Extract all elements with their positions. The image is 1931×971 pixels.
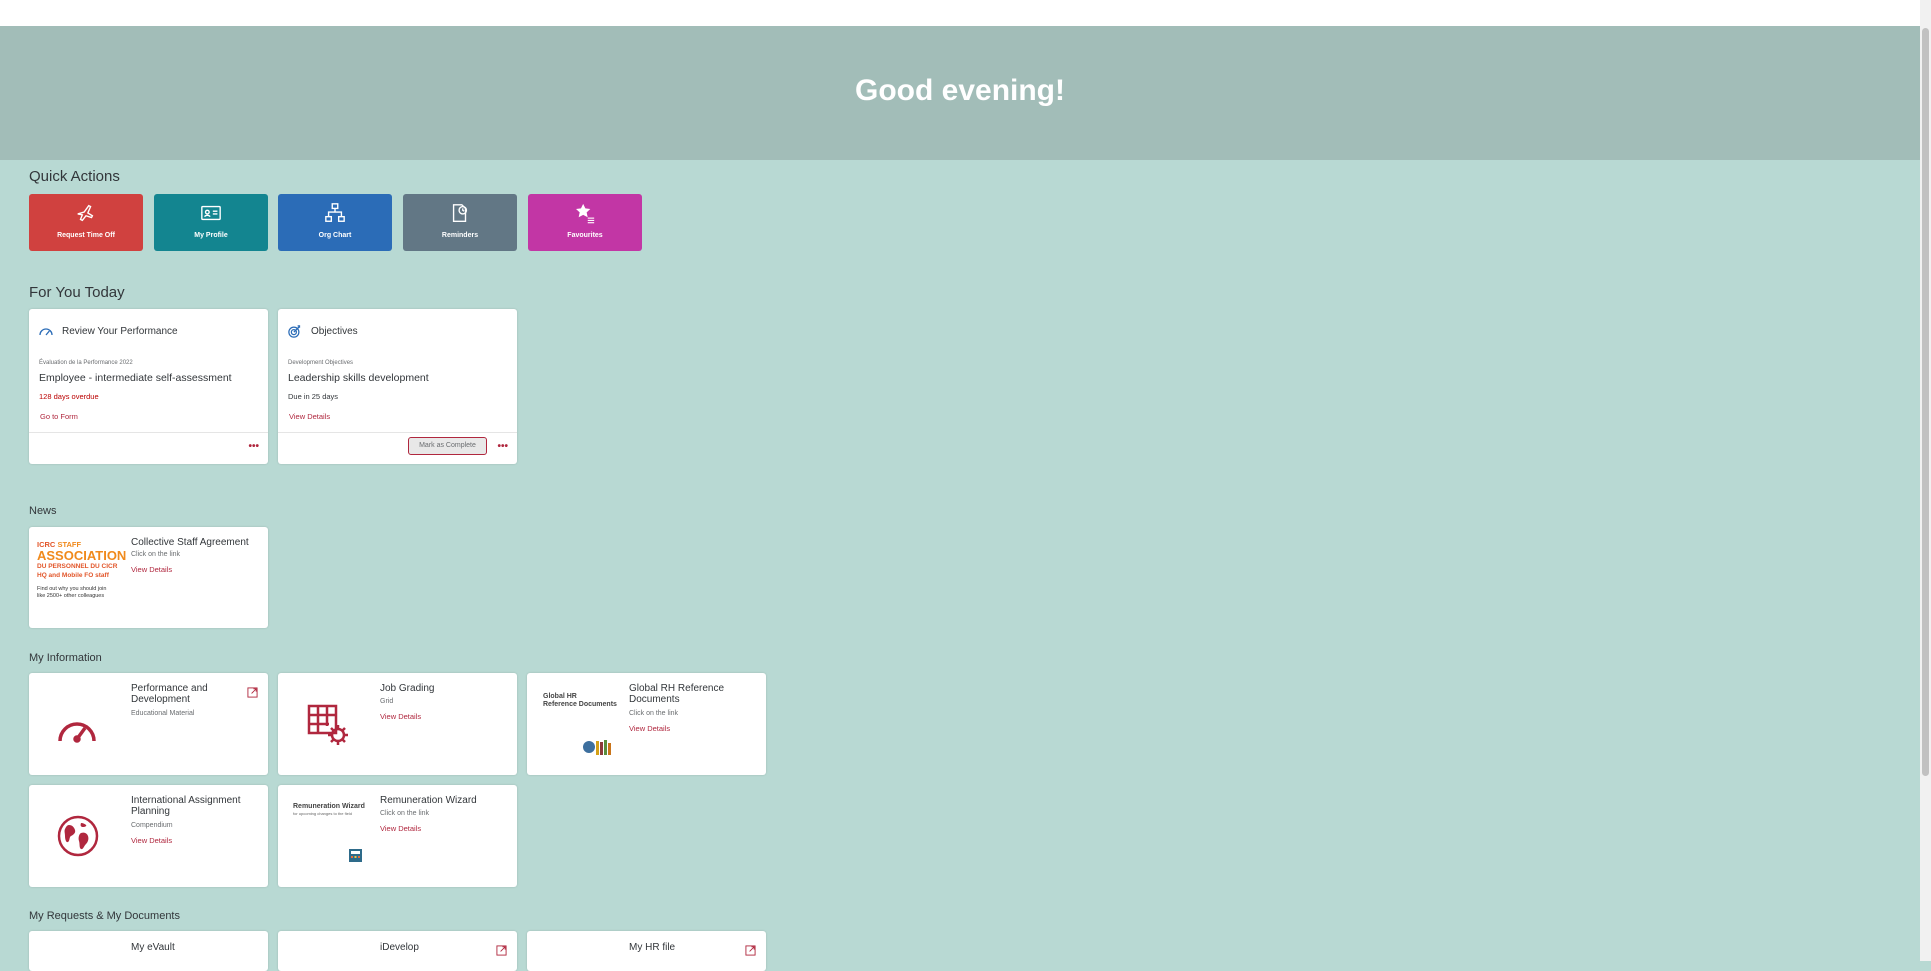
tile-subtitle: Educational Material bbox=[131, 710, 195, 717]
card-task-title: Employee - intermediate self-assessment bbox=[39, 372, 232, 384]
card-subtitle: Évaluation de la Performance 2022 bbox=[39, 360, 133, 366]
thumb-text: Reference Documents bbox=[543, 701, 617, 708]
favourites-tile[interactable]: Favourites bbox=[528, 194, 642, 251]
thumb-text: Global HR bbox=[543, 693, 577, 700]
tile-subtitle: Click on the link bbox=[629, 710, 679, 717]
id-card-icon bbox=[201, 205, 221, 221]
go-to-form-link[interactable]: Go to Form bbox=[40, 412, 78, 421]
welcome-banner: Good evening! bbox=[0, 26, 1920, 160]
thumb-text: DU PERSONNEL DU CICR bbox=[37, 563, 118, 570]
my-information-title: My Information bbox=[29, 652, 102, 664]
org-chart-label: Org Chart bbox=[318, 232, 352, 239]
hr-reference-thumbnail: Global HR Reference Documents bbox=[543, 693, 623, 709]
grid-gear-icon bbox=[307, 704, 348, 745]
books-icon bbox=[583, 740, 611, 755]
tile-subtitle: Compendium bbox=[131, 822, 173, 829]
card-task-title: Leadership skills development bbox=[288, 372, 429, 384]
external-link-icon[interactable] bbox=[247, 687, 258, 698]
card-divider bbox=[278, 432, 517, 433]
my-evault-tile[interactable]: My eVault bbox=[29, 931, 268, 971]
view-details-link[interactable]: View Details bbox=[289, 412, 330, 421]
performance-development-tile[interactable]: Performance and Development Educational … bbox=[29, 673, 268, 775]
view-details-link[interactable]: View Details bbox=[131, 836, 172, 845]
page-scrollbar[interactable] bbox=[1920, 0, 1931, 961]
greeting-text: Good evening! bbox=[855, 74, 1065, 107]
star-list-icon bbox=[576, 203, 595, 224]
reminder-icon bbox=[452, 204, 468, 222]
calculator-icon bbox=[349, 849, 362, 862]
objectives-card[interactable]: Objectives Development Objectives Leader… bbox=[278, 309, 517, 464]
scrollbar-thumb[interactable] bbox=[1922, 28, 1929, 776]
org-chart-icon bbox=[325, 203, 345, 222]
mark-as-complete-button[interactable]: Mark as Complete bbox=[408, 437, 487, 455]
tile-title: iDevelop bbox=[380, 942, 419, 953]
more-options-button[interactable]: ••• bbox=[497, 442, 508, 452]
card-header-title: Objectives bbox=[311, 326, 358, 337]
shell-header bbox=[0, 0, 1920, 26]
gauge-icon bbox=[58, 722, 96, 743]
tile-title: My HR file bbox=[629, 942, 676, 953]
thumb-text: Find out why you should join bbox=[37, 586, 107, 592]
review-performance-card[interactable]: Review Your Performance Évaluation de la… bbox=[29, 309, 268, 464]
request-time-off-tile[interactable]: Request Time Off bbox=[29, 194, 143, 251]
for-you-today-title: For You Today bbox=[29, 284, 125, 301]
tile-title: Remuneration Wizard bbox=[380, 795, 477, 806]
news-title-text: Collective Staff Agreement bbox=[131, 537, 249, 548]
view-details-link[interactable]: View Details bbox=[380, 824, 421, 833]
news-subtitle: Click on the link bbox=[131, 551, 181, 558]
staff-association-thumbnail: ICRC STAFF ASSOCIATION DU PERSONNEL DU C… bbox=[37, 541, 127, 623]
my-profile-tile[interactable]: My Profile bbox=[154, 194, 268, 251]
tile-title: International Assignment Planning bbox=[131, 795, 241, 817]
idevelop-tile[interactable]: iDevelop bbox=[278, 931, 517, 971]
view-details-link[interactable]: View Details bbox=[629, 724, 670, 733]
my-profile-label: My Profile bbox=[194, 232, 228, 239]
target-icon bbox=[288, 325, 301, 338]
external-link-icon[interactable] bbox=[745, 945, 756, 956]
my-requests-documents-title: My Requests & My Documents bbox=[29, 910, 180, 922]
globe-icon bbox=[57, 815, 99, 857]
favourites-label: Favourites bbox=[567, 232, 603, 239]
remuneration-thumbnail: Remuneration Wizard for upcoming changes… bbox=[293, 803, 377, 817]
thumb-text: for upcoming changes to the field bbox=[293, 811, 352, 816]
quick-actions-title: Quick Actions bbox=[29, 168, 120, 185]
gauge-icon bbox=[39, 328, 53, 336]
job-grading-tile[interactable]: Job Grading Grid View Details bbox=[278, 673, 517, 775]
card-divider bbox=[29, 432, 268, 433]
request-time-off-label: Request Time Off bbox=[57, 232, 115, 239]
view-details-link[interactable]: View Details bbox=[380, 712, 421, 721]
card-subtitle: Development Objectives bbox=[288, 360, 354, 366]
thumb-text: ASSOCIATION bbox=[37, 548, 127, 563]
international-assignment-tile[interactable]: International Assignment Planning Compen… bbox=[29, 785, 268, 887]
global-hr-reference-tile[interactable]: Global HR Reference Documents Global RH … bbox=[527, 673, 766, 775]
airplane-icon bbox=[77, 204, 94, 222]
overdue-status: 128 days overdue bbox=[39, 392, 99, 401]
tile-subtitle: Click on the link bbox=[380, 810, 430, 817]
news-title: News bbox=[29, 505, 57, 517]
view-details-link[interactable]: View Details bbox=[131, 565, 172, 574]
card-header-title: Review Your Performance bbox=[62, 326, 178, 337]
tile-title: My eVault bbox=[131, 942, 175, 953]
thumb-text: like 2500+ other colleagues bbox=[37, 593, 105, 599]
my-hr-file-tile[interactable]: My HR file bbox=[527, 931, 766, 971]
external-link-icon[interactable] bbox=[496, 945, 507, 956]
tile-title: Performance and Development bbox=[131, 683, 208, 705]
more-options-button[interactable]: ••• bbox=[248, 442, 259, 452]
reminders-tile[interactable]: Reminders bbox=[403, 194, 517, 251]
due-status: Due in 25 days bbox=[288, 392, 339, 401]
tile-subtitle: Grid bbox=[380, 698, 394, 705]
reminders-label: Reminders bbox=[441, 232, 479, 239]
news-item-card[interactable]: ICRC STAFF ASSOCIATION DU PERSONNEL DU C… bbox=[29, 527, 268, 628]
tile-title: Job Grading bbox=[380, 683, 435, 694]
tile-title: Global RH Reference Documents bbox=[629, 683, 725, 705]
remuneration-wizard-tile[interactable]: Remuneration Wizard for upcoming changes… bbox=[278, 785, 517, 887]
org-chart-tile[interactable]: Org Chart bbox=[278, 194, 392, 251]
thumb-text: Remuneration Wizard bbox=[293, 803, 365, 810]
thumb-text: HQ and Mobile FO staff bbox=[37, 572, 109, 579]
